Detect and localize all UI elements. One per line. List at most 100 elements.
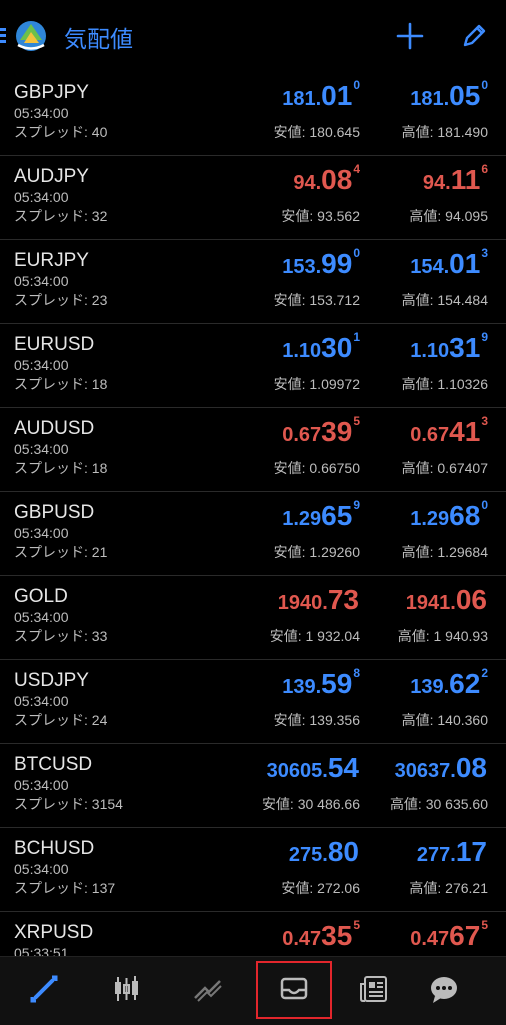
- low-value: 安値: 139.356: [273, 712, 360, 728]
- quote-time: 05:33:51: [14, 945, 69, 956]
- quote-time: 05:34:00: [14, 105, 69, 121]
- bid-price-pips: 65: [321, 500, 353, 531]
- edit-button[interactable]: [456, 18, 492, 54]
- quote-time: 05:34:00: [14, 861, 69, 877]
- ask-price-pips: 01: [449, 248, 481, 279]
- symbol-name: BCHUSD: [14, 838, 95, 859]
- bid-price-pips: 08: [321, 164, 353, 195]
- ask-price-main: 94.: [422, 172, 451, 194]
- spread-text: スプレッド: 33: [14, 628, 108, 644]
- ask-price: 277.17: [417, 836, 488, 868]
- quote-row[interactable]: BCHUSD 05:34:00 スプレッド: 137 275.80 277.17…: [0, 828, 506, 912]
- bid-price: 94.084: [293, 162, 360, 196]
- nav-chart-button[interactable]: [100, 965, 152, 1017]
- high-value: 高値: 30 635.60: [389, 796, 488, 812]
- chart-icon: [109, 972, 143, 1011]
- bid-price-pips: 54: [327, 752, 359, 783]
- symbol-name: GBPUSD: [14, 502, 95, 523]
- ask-price-main: 277.: [416, 844, 456, 866]
- quote-row[interactable]: USDJPY 05:34:00 スプレッド: 24 139.598 139.62…: [0, 660, 506, 744]
- ask-price-pips: 41: [449, 416, 481, 447]
- quote-row[interactable]: BTCUSD 05:34:00 スプレッド: 3154 30605.54 306…: [0, 744, 506, 828]
- ask-price-fraction: 9: [481, 330, 488, 344]
- chat-icon: [427, 972, 461, 1011]
- ask-price-fraction: 0: [481, 498, 488, 512]
- bottom-navigation: [0, 956, 506, 1025]
- nav-trade-button[interactable]: [182, 965, 234, 1017]
- quote-time: 05:34:00: [14, 441, 69, 457]
- spread-text: スプレッド: 18: [14, 460, 108, 476]
- bid-price-fraction: 9: [353, 498, 360, 512]
- spread-text: スプレッド: 3154: [14, 796, 123, 812]
- top-bar: 気配値: [0, 0, 506, 72]
- bid-price: 1.29659: [282, 498, 360, 532]
- ask-price-main: 1.29: [410, 508, 450, 530]
- bid-price-fraction: 0: [353, 78, 360, 92]
- bid-price-main: 139.: [282, 676, 322, 698]
- bid-price-pips: 39: [321, 416, 353, 447]
- quote-row[interactable]: GBPJPY 05:34:00 スプレッド: 40 181.010 181.05…: [0, 72, 506, 156]
- quote-row[interactable]: GBPUSD 05:34:00 スプレッド: 21 1.29659 1.2968…: [0, 492, 506, 576]
- ask-price: 1.29680: [410, 498, 488, 532]
- page-title: 気配値: [64, 26, 133, 52]
- quote-row[interactable]: AUDUSD 05:34:00 スプレッド: 18 0.67395 0.6741…: [0, 408, 506, 492]
- nav-inbox-button[interactable]: [256, 961, 332, 1019]
- ask-price-main: 1.10: [410, 340, 450, 362]
- ask-price-pips: 68: [449, 500, 481, 531]
- ask-price-pips: 11: [450, 164, 481, 195]
- news-icon: [357, 972, 391, 1011]
- bid-price-pips: 01: [321, 80, 353, 111]
- quote-time: 05:34:00: [14, 777, 69, 793]
- ask-price-pips: 08: [455, 752, 487, 783]
- ask-price: 94.116: [422, 162, 488, 196]
- ask-price: 30637.08: [395, 752, 488, 784]
- low-value: 安値: 1 932.04: [269, 628, 360, 644]
- symbol-name: XRPUSD: [14, 922, 94, 943]
- bid-price-main: 30605.: [266, 760, 328, 782]
- bid-price-fraction: 4: [353, 162, 360, 176]
- spread-text: スプレッド: 24: [14, 712, 108, 728]
- bid-price-pips: 80: [327, 836, 359, 867]
- bid-price: 0.67395: [282, 414, 360, 448]
- bid-price-fraction: 5: [353, 414, 360, 428]
- bid-price-pips: 73: [327, 584, 359, 615]
- ask-price-main: 139.: [410, 676, 450, 698]
- bid-price-main: 275.: [288, 844, 328, 866]
- bid-price-fraction: 5: [353, 918, 360, 932]
- quote-row[interactable]: XRPUSD 05:33:51 0.47355 0.47675: [0, 912, 506, 956]
- ask-price: 139.622: [410, 666, 488, 700]
- symbol-name: GBPJPY: [14, 82, 89, 103]
- ask-price-pips: 31: [449, 332, 481, 363]
- symbol-name: EURUSD: [14, 334, 95, 355]
- bid-price-fraction: 8: [353, 666, 360, 680]
- low-value: 安値: 1.09972: [273, 376, 360, 392]
- quote-row[interactable]: GOLD 05:34:00 スプレッド: 33 1940.73 1941.06 …: [0, 576, 506, 660]
- nav-quotes-button[interactable]: [18, 965, 70, 1017]
- high-value: 高値: 1.10326: [401, 376, 488, 392]
- symbol-name: BTCUSD: [14, 754, 93, 775]
- ask-price: 181.050: [410, 78, 488, 112]
- menu-icon[interactable]: [0, 28, 6, 44]
- quote-row[interactable]: AUDJPY 05:34:00 スプレッド: 32 94.084 94.116 …: [0, 156, 506, 240]
- ask-price: 0.67413: [410, 414, 488, 448]
- ask-price-main: 0.67: [410, 424, 450, 446]
- symbol-name: EURJPY: [14, 250, 89, 271]
- nav-chat-button[interactable]: [418, 965, 470, 1017]
- ask-price-pips: 17: [455, 836, 487, 867]
- bid-price-main: 0.47: [282, 928, 322, 950]
- bid-price-main: 181.: [282, 88, 322, 110]
- low-value: 安値: 0.66750: [273, 460, 360, 476]
- spread-text: スプレッド: 23: [14, 292, 108, 308]
- quote-row[interactable]: EURUSD 05:34:00 スプレッド: 18 1.10301 1.1031…: [0, 324, 506, 408]
- ask-price: 154.013: [410, 246, 488, 280]
- ask-price: 0.47675: [410, 918, 488, 952]
- high-value: 高値: 140.360: [401, 712, 488, 728]
- quote-row[interactable]: EURJPY 05:34:00 スプレッド: 23 153.990 154.01…: [0, 240, 506, 324]
- bid-price: 0.47355: [282, 918, 360, 952]
- bid-price-main: 1.29: [282, 508, 322, 530]
- bid-price-pips: 59: [321, 668, 353, 699]
- add-symbol-button[interactable]: [392, 18, 428, 54]
- bid-price: 139.598: [282, 666, 360, 700]
- nav-news-button[interactable]: [348, 965, 400, 1017]
- ask-price-main: 0.47: [410, 928, 450, 950]
